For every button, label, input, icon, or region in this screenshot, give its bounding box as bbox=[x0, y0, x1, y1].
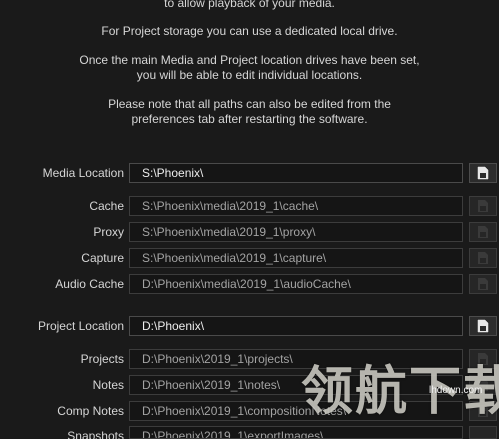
folder-browse-icon bbox=[477, 166, 489, 180]
watermark: 领航下载 lhdown.com bbox=[297, 354, 499, 439]
folder-browse-icon bbox=[478, 278, 488, 290]
capture-label: Capture bbox=[81, 251, 124, 265]
audio-cache-browse-button[interactable] bbox=[469, 274, 497, 294]
proxy-field[interactable]: S:\Phoenix\media\2019_1\proxy\ bbox=[129, 222, 463, 242]
snapshots-label: Snapshots bbox=[67, 429, 124, 439]
project-location-label: Project Location bbox=[37, 319, 124, 333]
media-location-browse-button[interactable] bbox=[469, 163, 497, 183]
watermark-url: lhdown.com bbox=[429, 385, 483, 396]
folder-browse-icon bbox=[478, 226, 488, 238]
intro-drives-line1: Once the main Media and Project location… bbox=[79, 53, 420, 67]
intro-drives-line2: you will be able to edit individual loca… bbox=[136, 68, 363, 82]
notes-label: Notes bbox=[92, 378, 124, 392]
capture-browse-button[interactable] bbox=[469, 248, 497, 268]
audio-cache-field[interactable]: D:\Phoenix\media\2019_1\audioCache\ bbox=[129, 274, 463, 294]
comp-notes-label: Comp Notes bbox=[57, 404, 124, 418]
cache-label: Cache bbox=[89, 199, 124, 213]
media-location-label: Media Location bbox=[42, 166, 124, 180]
proxy-browse-button[interactable] bbox=[469, 222, 497, 242]
folder-browse-icon bbox=[477, 319, 489, 333]
folder-browse-icon bbox=[478, 200, 488, 212]
intro-line-cut: to allow playback of your media. bbox=[164, 0, 335, 10]
folder-browse-icon bbox=[478, 252, 488, 264]
cache-field[interactable]: S:\Phoenix\media\2019_1\cache\ bbox=[129, 196, 463, 216]
intro-paths-line2: preferences tab after restarting the sof… bbox=[131, 112, 368, 126]
proxy-label: Proxy bbox=[93, 225, 124, 239]
projects-label: Projects bbox=[80, 352, 124, 366]
intro-project-storage: For Project storage you can use a dedica… bbox=[101, 24, 398, 38]
project-location-field[interactable]: D:\Phoenix\ bbox=[129, 316, 463, 336]
capture-field[interactable]: S:\Phoenix\media\2019_1\capture\ bbox=[129, 248, 463, 268]
audio-cache-label: Audio Cache bbox=[55, 277, 124, 291]
media-location-field[interactable]: S:\Phoenix\ bbox=[129, 163, 463, 183]
intro-paths-line1: Please note that all paths can also be e… bbox=[108, 97, 391, 111]
project-location-browse-button[interactable] bbox=[469, 316, 497, 336]
cache-browse-button[interactable] bbox=[469, 196, 497, 216]
